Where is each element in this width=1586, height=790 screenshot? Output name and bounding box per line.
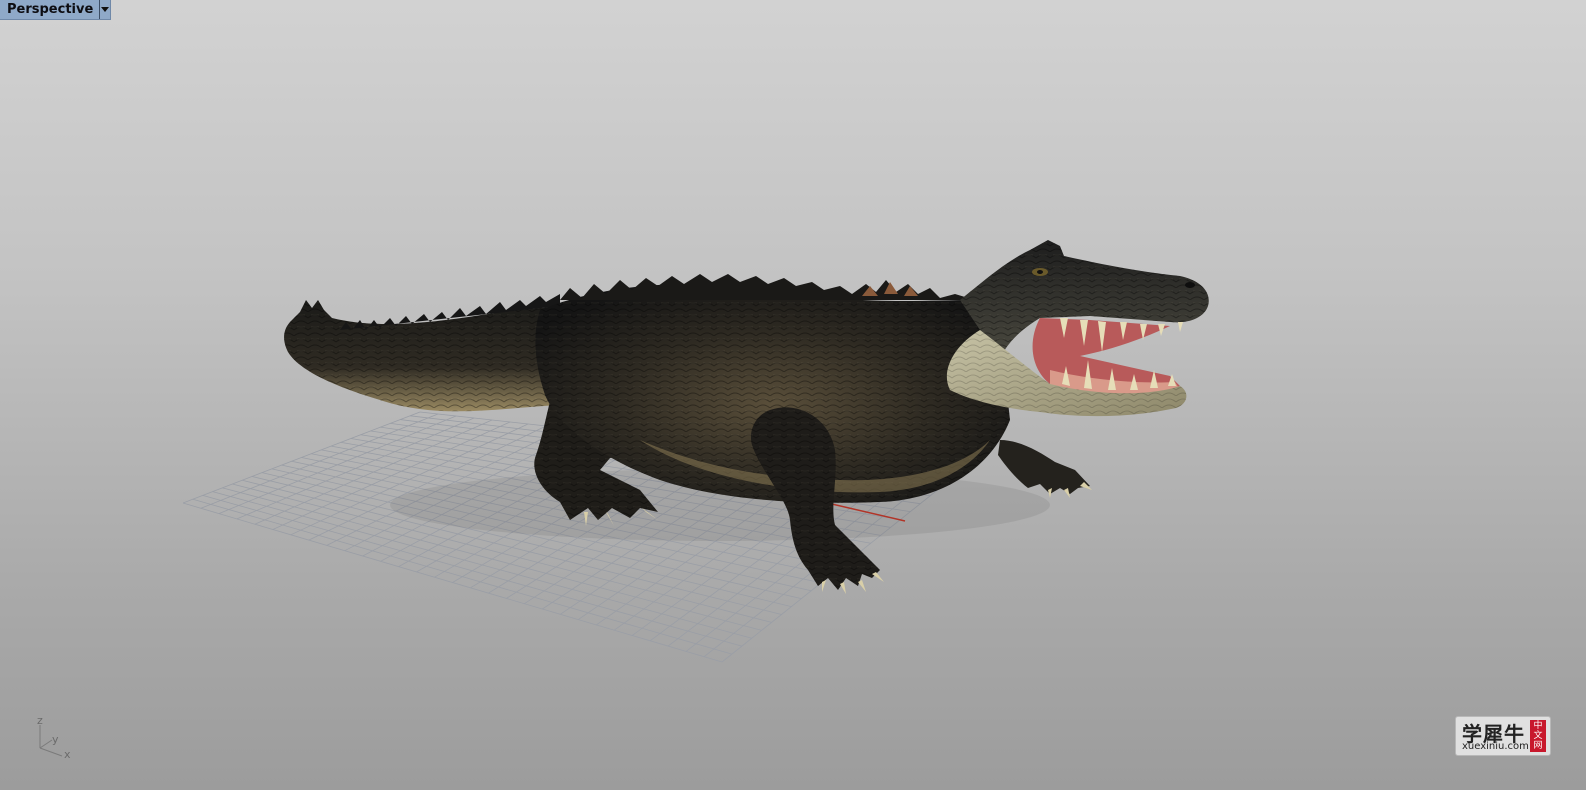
- axis-x-label: x: [64, 748, 71, 761]
- axis-indicator: z y x: [37, 714, 71, 761]
- watermark-logo: 学犀牛 xuexiniu.com 中 文 网: [1455, 716, 1551, 756]
- watermark-domain: xuexiniu.com: [1462, 741, 1529, 752]
- watermark-badge: 中 文 网: [1530, 720, 1546, 752]
- crocodile-far-front-leg: [998, 440, 1090, 494]
- axis-y-label: y: [52, 733, 59, 746]
- perspective-viewport[interactable]: Perspective z y x 学犀牛 xuexiniu.com 中 文 网: [0, 0, 1586, 790]
- axis-z-label: z: [37, 714, 43, 727]
- scene-canvas[interactable]: z y x: [0, 0, 1586, 790]
